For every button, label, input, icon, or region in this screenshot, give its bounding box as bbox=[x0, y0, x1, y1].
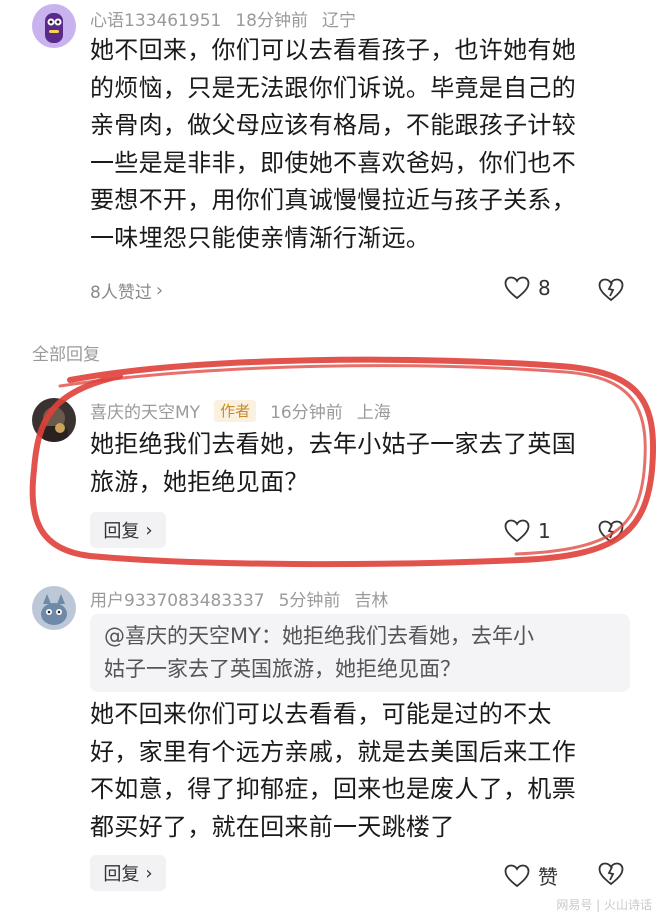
text-line: 的烦恼，只是无法跟你们诉说。毕竟是自己的 bbox=[90, 73, 576, 102]
chevron-right-icon: › bbox=[145, 519, 153, 541]
heart-icon bbox=[504, 519, 530, 543]
chevron-right-icon: › bbox=[145, 862, 153, 884]
username[interactable]: 用户9337083483337 bbox=[90, 586, 265, 611]
heart-icon bbox=[504, 864, 530, 887]
location: 上海 bbox=[356, 403, 391, 423]
reply-label: 回复 bbox=[103, 864, 140, 885]
text-line: 好，家里有个远方亲戚，就是去美国后来工作 bbox=[90, 737, 576, 766]
quoted-reply[interactable]: @喜庆的天空MY：她拒绝我们去看她，去年小 姑子一家去了英国旅游，她拒绝见面？ bbox=[90, 614, 630, 692]
comment-meta: 用户9337083483337 5分钟前 吉林 bbox=[90, 586, 388, 611]
location: 辽宁 bbox=[321, 11, 356, 31]
quote-line: 姑子一家去了英国旅游，她拒绝见面？ bbox=[104, 657, 461, 681]
comment-body: 她拒绝我们去看她，去年小姑子一家去了英国 旅游，她拒绝见面？ bbox=[90, 426, 576, 501]
comment-meta: 心语133461951 18分钟前 辽宁 bbox=[90, 6, 356, 31]
avatar[interactable] bbox=[32, 4, 76, 48]
dislike-icon[interactable] bbox=[598, 861, 624, 887]
avatar[interactable] bbox=[32, 586, 76, 630]
text-line: 亲骨肉，做父母应该有格局，不能跟孩子计较 bbox=[90, 111, 576, 139]
likes-summary: 8人赞过 bbox=[90, 283, 152, 303]
comment-meta: 喜庆的天空MY 作者 16分钟前 上海 bbox=[90, 398, 391, 423]
dislike-icon[interactable] bbox=[598, 277, 624, 303]
author-badge: 作者 bbox=[214, 399, 257, 422]
reply-button[interactable]: 回复 › bbox=[90, 512, 166, 548]
likes-summary-link[interactable]: 8人赞过 › bbox=[90, 278, 163, 303]
chevron-right-icon: › bbox=[155, 280, 164, 301]
username[interactable]: 喜庆的天空MY bbox=[90, 398, 200, 423]
text-line: 一些是是非非，即使她不喜欢爸妈，你们也不 bbox=[90, 148, 576, 177]
text-line: 都买好了，就在回来前一天跳楼了 bbox=[90, 812, 455, 841]
text-line: 不如意，得了抑郁症，回来也是废人了，机票 bbox=[90, 775, 576, 803]
like-label: 赞 bbox=[538, 865, 558, 889]
timestamp: 16分钟前 bbox=[270, 403, 343, 423]
timestamp: 5分钟前 bbox=[278, 591, 341, 611]
watermark: 网易号 | 火山诗话 bbox=[556, 898, 652, 912]
all-replies-label: 全部回复 bbox=[32, 345, 100, 365]
text-line: 她拒绝我们去看她，去年小姑子一家去了英国 bbox=[90, 430, 576, 458]
avatar[interactable] bbox=[32, 398, 76, 442]
location: 吉林 bbox=[354, 591, 389, 611]
like-button[interactable]: 赞 bbox=[504, 861, 558, 890]
reply-button[interactable]: 回复 › bbox=[90, 855, 166, 891]
username[interactable]: 心语133461951 bbox=[90, 6, 221, 31]
text-line: 旅游，她拒绝见面？ bbox=[90, 467, 309, 496]
text-line: 她不回来，你们可以去看看孩子，也许她有她 bbox=[90, 36, 576, 64]
comment-body: 她不回来你们可以去看看，可能是过的不太 好，家里有个远方亲戚，就是去美国后来工作… bbox=[90, 696, 576, 846]
like-count: 1 bbox=[538, 519, 551, 543]
text-line: 她不回来你们可以去看看，可能是过的不太 bbox=[90, 700, 552, 728]
comment-body: 她不回来，你们可以去看看孩子，也许她有她 的烦恼，只是无法跟你们诉说。毕竟是自己… bbox=[90, 32, 576, 257]
timestamp: 18分钟前 bbox=[235, 11, 308, 31]
text-line: 一味埋怨只能使亲情渐行渐远。 bbox=[90, 223, 431, 252]
dislike-icon[interactable] bbox=[598, 519, 624, 545]
like-button[interactable]: 1 bbox=[504, 519, 551, 543]
heart-icon bbox=[504, 276, 530, 300]
quote-line: @喜庆的天空MY：她拒绝我们去看她，去年小 bbox=[104, 624, 534, 648]
reply-label: 回复 bbox=[103, 521, 140, 542]
like-count: 8 bbox=[538, 276, 551, 300]
like-button[interactable]: 8 bbox=[504, 276, 551, 300]
text-line: 要想不开，用你们真诚慢慢拉近与孩子关系， bbox=[90, 186, 576, 214]
